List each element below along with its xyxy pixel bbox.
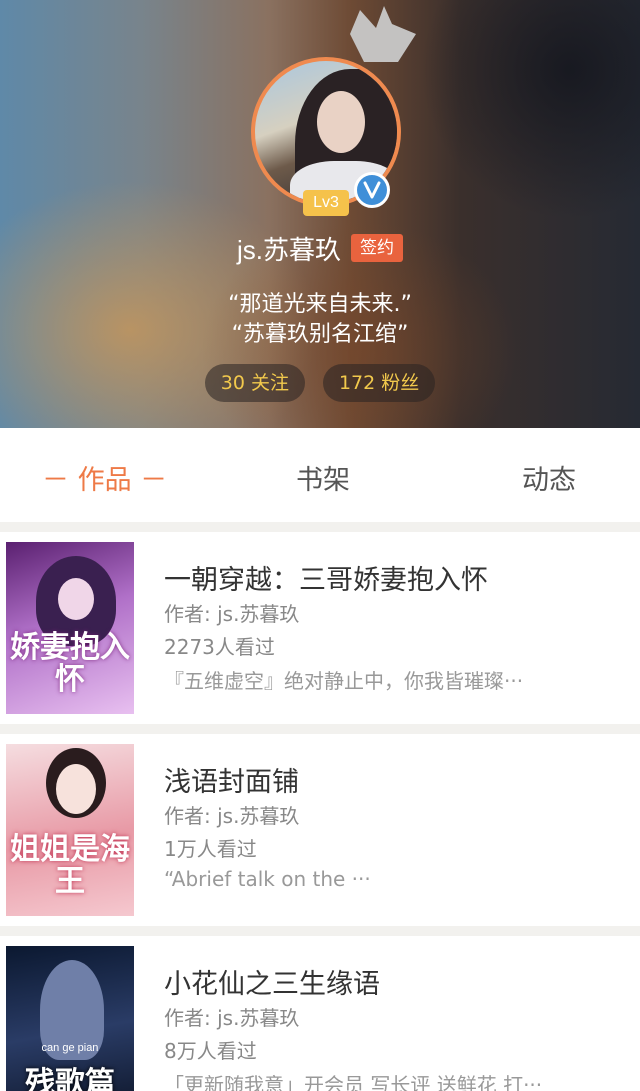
book-views: 1万人看过 <box>164 837 257 861</box>
user-name-row: js.苏暮玖 签约 <box>0 230 640 266</box>
username: js.苏暮玖 <box>236 234 341 265</box>
book-title[interactable]: 小花仙之三生缘语 <box>164 962 380 1001</box>
book-item[interactable]: 娇妻抱入怀 一朝穿越：三哥娇妻抱入怀 作者: js.苏暮玖 2273人看过 『五… <box>0 532 640 724</box>
cover-title: 娇妻抱入怀 <box>10 630 130 697</box>
book-cover[interactable]: can ge pian 残歌篇 <box>6 946 134 1091</box>
profile-header: Lv3 js.苏暮玖 签约 “那道光来自未来.” “苏暮玖别名江绾” 30 关注… <box>0 0 640 428</box>
book-title[interactable]: 浅语封面铺 <box>164 760 299 799</box>
cover-subtitle: can ge pian <box>41 1042 99 1054</box>
book-views: 2273人看过 <box>164 635 275 659</box>
book-title[interactable]: 一朝穿越：三哥娇妻抱入怀 <box>164 558 488 597</box>
tab-activity[interactable]: 动态 <box>522 458 576 497</box>
divider <box>0 724 640 734</box>
book-author: 作者: js.苏暮玖 <box>164 1006 300 1030</box>
bio-line-1: “那道光来自未来.” <box>228 292 412 317</box>
book-author: 作者: js.苏暮玖 <box>164 804 300 828</box>
book-description: “Abrief talk on the ··· <box>164 867 371 891</box>
cover-title: 残歌篇 <box>25 1066 115 1091</box>
divider <box>0 522 640 532</box>
book-author: 作者: js.苏暮玖 <box>164 602 300 626</box>
verified-icon <box>354 172 390 208</box>
followers-count-button[interactable]: 172 粉丝 <box>322 364 436 402</box>
book-views: 8万人看过 <box>164 1039 257 1063</box>
book-cover[interactable]: 娇妻抱入怀 <box>6 542 134 714</box>
divider <box>0 926 640 936</box>
following-count-button[interactable]: 30 关注 <box>204 364 305 402</box>
book-description: 『五维虚空』绝对静止中，你我皆璀璨··· <box>164 669 524 693</box>
header-background-shadow <box>420 0 640 220</box>
cover-title: 姐姐是海王 <box>10 832 130 899</box>
tab-works[interactable]: － 作品 － <box>42 458 167 497</box>
profile-tabs: － 作品 － 书架 动态 <box>0 428 640 522</box>
book-description: 「更新随我意」开会员 写长评 送鲜花 打··· <box>164 1073 543 1091</box>
stats-row: 30 关注 172 粉丝 <box>0 364 640 402</box>
book-item[interactable]: 姐姐是海王 浅语封面铺 作者: js.苏暮玖 1万人看过 “Abrief tal… <box>0 734 640 926</box>
book-item[interactable]: can ge pian 残歌篇 小花仙之三生缘语 作者: js.苏暮玖 8万人看… <box>0 936 640 1091</box>
tab-bookshelf[interactable]: 书架 <box>296 458 350 497</box>
level-badge: Lv3 <box>303 190 349 216</box>
bio-line-2: “苏暮玖别名江绾” <box>231 322 409 347</box>
sign-badge: 签约 <box>351 234 403 262</box>
book-cover[interactable]: 姐姐是海王 <box>6 744 134 916</box>
